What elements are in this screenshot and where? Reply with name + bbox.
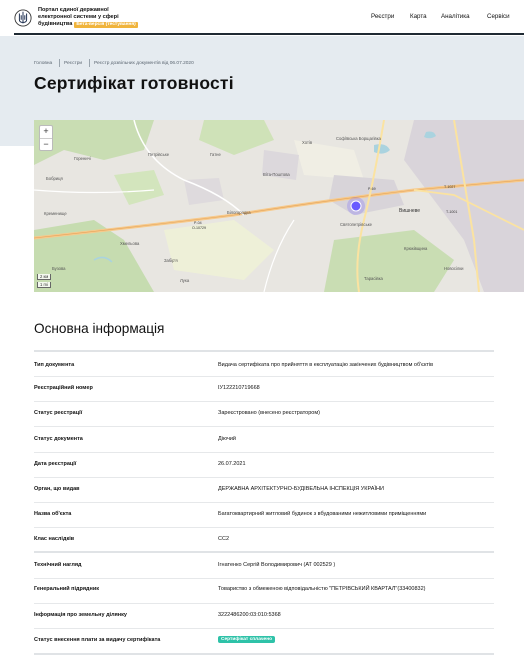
header-divider	[14, 33, 524, 35]
map-label: Святопетрівське	[340, 222, 373, 227]
nav-registries[interactable]: Реєстри	[371, 13, 394, 20]
row-value: Багатоквартирний житловий будинок з вбуд…	[218, 511, 427, 517]
info-row-doc-type: Тип документа Видача сертифіката про при…	[34, 352, 494, 377]
info-row-consequence-class: Клас наслідків СС2	[34, 528, 494, 553]
breadcrumb-registry[interactable]: Реєстр дозвільних документів від 06.07.2…	[94, 61, 194, 66]
map-label: Т-1027	[444, 185, 455, 189]
breadcrumb-separator	[89, 59, 90, 67]
row-key: Реєстраційний номер	[34, 385, 93, 391]
info-row-payment-status: Статус внесення плати за видачу сертифік…	[34, 629, 494, 655]
row-key: Тип документа	[34, 362, 75, 368]
row-value: 26.07.2021	[218, 461, 246, 467]
payment-status-badge: Сертифікат сплачено	[218, 636, 276, 643]
row-key: Технічний нагляд	[34, 562, 82, 568]
row-key: Інформація про земельну ділянку	[34, 612, 127, 618]
map-label: Кременище	[44, 211, 67, 216]
row-key: Генеральний підрядник	[34, 586, 99, 592]
map-label: Вишневе	[399, 208, 420, 214]
nav-map[interactable]: Карта	[410, 13, 427, 20]
info-row-tech-supervision: Технічний нагляд Ігнатенко Сергій Володи…	[34, 554, 494, 579]
row-value: Сертифікат сплачено	[218, 636, 276, 643]
row-key: Назва об'єкта	[34, 511, 72, 517]
map-canvas[interactable]: Петрівське Гатне Хотів Віта-Поштова Біло…	[34, 120, 524, 292]
nav-services[interactable]: Сервіси	[487, 13, 510, 20]
portal-brand[interactable]: Портал єдиної державної електронної сист…	[38, 7, 138, 28]
info-row-issuer: Орган, що видав ДЕРЖАВНА АРХІТЕКТУРНО-БУ…	[34, 478, 494, 503]
row-key: Статус реєстрації	[34, 410, 83, 416]
map-label: Петрівське	[148, 152, 170, 157]
row-value: Ігнатенко Сергій Володимирович (АТ 00252…	[218, 562, 336, 568]
row-value: 3222486200:03:010:5368	[218, 612, 281, 618]
brand-line: електронної системи у сфері	[38, 14, 119, 20]
map-label: Віта-Поштова	[263, 172, 290, 177]
map-label: Тарасівка	[364, 276, 384, 281]
map-label: Бузова	[52, 266, 66, 271]
map-label: Т-1001	[446, 210, 457, 214]
zoom-out-button[interactable]: −	[40, 139, 52, 151]
row-value: СС2	[218, 536, 230, 542]
map-label: Новосілки	[444, 266, 464, 271]
row-key: Статус документа	[34, 436, 83, 442]
map-label: Білогородка	[227, 210, 251, 215]
row-value: ІУ122210719668	[218, 385, 260, 391]
breadcrumb-separator	[59, 59, 60, 67]
row-key: Клас наслідків	[34, 536, 75, 542]
map-label: Р-69	[368, 187, 376, 191]
map-scale-km: 2 км	[37, 274, 52, 280]
row-key: Орган, що видав	[34, 486, 80, 492]
map-zoom-control: + −	[39, 125, 53, 151]
nav-analytics[interactable]: Аналітика	[441, 13, 470, 20]
map-label: Софіївська Борщагівка	[336, 136, 382, 141]
row-key: Дата реєстрації	[34, 461, 77, 467]
location-map[interactable]: Петрівське Гатне Хотів Віта-Поштова Біло…	[34, 120, 524, 292]
map-label: О-10729	[192, 226, 206, 230]
map-label: Забір'я	[164, 258, 178, 263]
info-row-object-name: Назва об'єкта Багатоквартирний житловий …	[34, 503, 494, 528]
row-key: Статус внесення плати за видачу сертифік…	[34, 637, 161, 643]
brand-line: Портал єдиної державної	[38, 7, 109, 13]
map-label: Р-04	[194, 221, 202, 225]
map-scale-mi: 1 mi	[37, 282, 51, 288]
map-label: Бобриця	[46, 176, 63, 181]
info-row-reg-date: Дата реєстрації 26.07.2021	[34, 453, 494, 478]
section-title: Основна інформація	[34, 321, 165, 336]
map-label: Крюківщина	[404, 246, 428, 251]
map-label: Хотів	[302, 140, 313, 145]
row-value: ДЕРЖАВНА АРХІТЕКТУРНО-БУДІВЕЛЬНА ІНСПЕКЦ…	[218, 486, 384, 492]
map-label: Лука	[180, 278, 190, 283]
row-value: Товариство з обмеженою відповідальністю …	[218, 586, 426, 592]
breadcrumb-home[interactable]: Головна	[34, 61, 52, 66]
info-row-general-contractor: Генеральний підрядник Товариство з обмеж…	[34, 579, 494, 604]
trident-emblem-icon[interactable]	[14, 9, 32, 27]
row-value: Зареєстровано (внесено реєстратором)	[218, 410, 320, 416]
info-row-doc-status: Статус документа Діючий	[34, 427, 494, 453]
breadcrumb-registries[interactable]: Реєстри	[64, 61, 82, 66]
info-row-land-plot: Інформація про земельну ділянку 32224862…	[34, 604, 494, 629]
map-label: Гатне	[210, 152, 221, 157]
info-row-reg-status: Статус реєстрації Зареєстровано (внесено…	[34, 402, 494, 427]
page-title: Сертифікат готовності	[34, 73, 234, 93]
beta-badge: Бета-версія (тестування)	[74, 22, 138, 28]
row-value: Видача сертифіката про прийняття в експл…	[218, 362, 434, 368]
map-label: Гореничі	[74, 156, 91, 161]
row-value: Діючий	[218, 436, 236, 442]
map-label: Хмельова	[120, 241, 140, 246]
top-header: Портал єдиної державної електронної сист…	[0, 0, 524, 36]
brand-line: будівництва	[38, 21, 73, 27]
zoom-in-button[interactable]: +	[40, 126, 52, 138]
info-row-reg-number: Реєстраційний номер ІУ122210719668	[34, 377, 494, 402]
